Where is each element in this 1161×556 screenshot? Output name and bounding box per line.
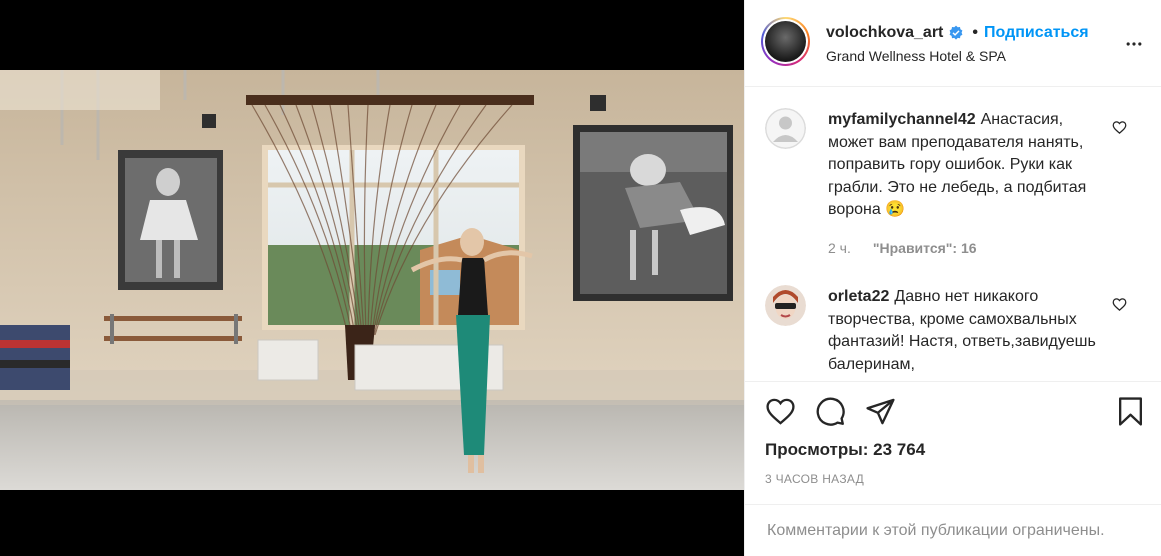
author-line: volochkova_art • Подписаться bbox=[826, 24, 1089, 42]
bookmark-icon bbox=[1119, 397, 1142, 426]
separator-dot: • bbox=[972, 24, 978, 41]
post-actions-section: Просмотры: 23 764 3 ЧАСОВ НАЗАД Коммента… bbox=[745, 381, 1161, 556]
post-header: volochkova_art • Подписаться Grand Welln… bbox=[745, 0, 1161, 87]
comment-meta: 2 ч. "Нравится": 16 bbox=[828, 240, 999, 256]
comments-list[interactable]: myfamilychannel42 Анастасия, может вам пр… bbox=[745, 88, 1161, 381]
post-side-panel: volochkova_art • Подписаться Grand Welln… bbox=[744, 0, 1161, 556]
comment-button[interactable] bbox=[815, 396, 846, 432]
commenter-avatar[interactable] bbox=[765, 285, 806, 326]
heart-icon bbox=[1112, 121, 1127, 134]
heart-icon bbox=[1112, 298, 1127, 311]
view-count[interactable]: Просмотры: 23 764 bbox=[765, 440, 925, 460]
post-timestamp[interactable]: 3 ЧАСОВ НАЗАД bbox=[765, 472, 864, 486]
share-button[interactable] bbox=[865, 396, 896, 432]
heart-icon bbox=[766, 398, 795, 425]
author-username[interactable]: volochkova_art bbox=[826, 24, 943, 42]
views-number: 23 764 bbox=[873, 440, 926, 459]
user-photo-avatar bbox=[765, 285, 806, 326]
comments-restricted-notice: Комментарии к этой публикации ограничены… bbox=[745, 504, 1161, 556]
comment-like-button[interactable] bbox=[1112, 297, 1127, 317]
share-icon bbox=[866, 398, 895, 425]
follow-button[interactable]: Подписаться bbox=[984, 24, 1089, 42]
comment-like-button[interactable] bbox=[1112, 120, 1127, 140]
comment-likes[interactable]: "Нравится": 16 bbox=[873, 240, 977, 256]
video-frame bbox=[0, 70, 744, 490]
post-media bbox=[0, 0, 744, 556]
more-options-button[interactable] bbox=[1124, 34, 1144, 59]
more-options-icon bbox=[1126, 42, 1142, 46]
comment-username[interactable]: myfamilychannel42 bbox=[828, 111, 976, 128]
default-avatar-icon bbox=[765, 108, 806, 149]
comment-text-block: myfamilychannel42 Анастасия, может вам пр… bbox=[828, 109, 1098, 222]
comment-icon bbox=[816, 397, 845, 426]
comment-time[interactable]: 2 ч. bbox=[828, 240, 851, 256]
like-button[interactable] bbox=[765, 396, 796, 432]
comment-username[interactable]: orleta22 bbox=[828, 288, 889, 305]
author-avatar[interactable] bbox=[761, 17, 810, 66]
commenter-avatar[interactable] bbox=[765, 108, 806, 149]
post-location[interactable]: Grand Wellness Hotel & SPA bbox=[826, 48, 1006, 64]
views-label: Просмотры: bbox=[765, 440, 869, 459]
verified-badge-icon bbox=[948, 25, 964, 41]
video-player[interactable] bbox=[0, 70, 744, 490]
comment-text-block: orleta22 Давно нет никакого творчества, к… bbox=[828, 286, 1098, 376]
save-button[interactable] bbox=[1115, 396, 1146, 432]
